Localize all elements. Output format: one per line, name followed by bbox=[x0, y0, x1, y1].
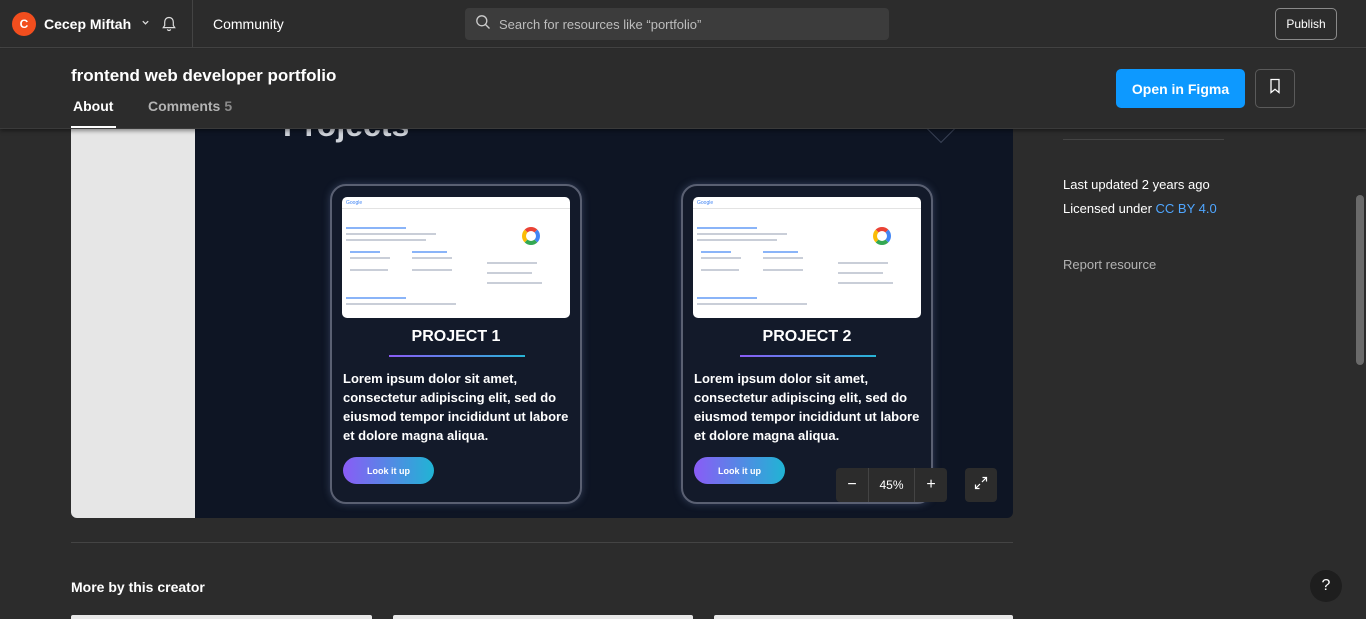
screenshot-line bbox=[350, 257, 390, 259]
top-bar: C Cecep Miftah Community Publish bbox=[0, 0, 1366, 48]
screenshot-line bbox=[346, 227, 406, 229]
project-description: Lorem ipsum dolor sit amet, consectetur … bbox=[343, 371, 569, 443]
help-button[interactable]: ? bbox=[1310, 570, 1342, 602]
screenshot-toolbar bbox=[693, 197, 921, 209]
expand-icon bbox=[973, 475, 989, 496]
screenshot-line bbox=[838, 272, 883, 274]
tab-comments-label: Comments bbox=[148, 98, 221, 114]
file-preview[interactable]: Projects Google PROJECT 1 Lorem ipsum do… bbox=[71, 129, 1013, 518]
resource-header: frontend web developer portfolio About C… bbox=[0, 49, 1366, 129]
screenshot-line bbox=[763, 257, 803, 259]
project-card-2: Google PROJECT 2 Lorem ipsum dolor sit a… bbox=[681, 184, 933, 504]
project-title: PROJECT 1 bbox=[411, 328, 501, 345]
zoom-level: 45% bbox=[868, 468, 915, 502]
bell-icon[interactable] bbox=[160, 15, 178, 33]
google-logo-icon bbox=[873, 227, 891, 245]
creator-resource-thumbnail[interactable] bbox=[71, 615, 372, 619]
title-underline bbox=[389, 355, 525, 357]
zoom-controls: − 45% + bbox=[836, 468, 947, 502]
screenshot-line bbox=[763, 251, 798, 253]
screenshot-line bbox=[701, 251, 731, 253]
title-underline bbox=[740, 355, 876, 357]
scrollbar[interactable] bbox=[1356, 195, 1364, 365]
screenshot-line bbox=[346, 233, 436, 235]
preview-side-panel bbox=[71, 129, 195, 518]
divider bbox=[192, 0, 193, 48]
screenshot-line bbox=[412, 251, 447, 253]
report-resource-link[interactable]: Report resource bbox=[1063, 257, 1156, 272]
screenshot-line bbox=[346, 303, 456, 305]
search-icon bbox=[475, 14, 491, 35]
screenshot-line bbox=[838, 262, 888, 264]
creator-resource-thumbnail[interactable] bbox=[714, 615, 1013, 619]
license-info: Licensed under CC BY 4.0 bbox=[1063, 201, 1217, 216]
screenshot-line bbox=[701, 257, 741, 259]
tab-comments[interactable]: Comments 5 bbox=[148, 98, 232, 114]
project-card-1: Google PROJECT 1 Lorem ipsum dolor sit a… bbox=[330, 184, 582, 504]
license-prefix: Licensed under bbox=[1063, 201, 1156, 216]
bookmark-icon bbox=[1268, 78, 1282, 99]
search-input[interactable] bbox=[499, 16, 879, 32]
screenshot-line bbox=[487, 262, 537, 264]
screenshot-line bbox=[487, 272, 532, 274]
community-link[interactable]: Community bbox=[213, 16, 284, 32]
last-updated: Last updated 2 years ago bbox=[1063, 177, 1210, 192]
look-it-up-button: Look it up bbox=[343, 457, 434, 484]
bookmark-button[interactable] bbox=[1255, 69, 1295, 108]
google-logo-icon bbox=[522, 227, 540, 245]
screenshot-line bbox=[763, 269, 803, 271]
zoom-out-button[interactable]: − bbox=[836, 468, 868, 502]
project-screenshot: Google bbox=[342, 197, 570, 318]
project-title: PROJECT 2 bbox=[762, 328, 852, 345]
comments-count: 5 bbox=[224, 98, 233, 114]
project-screenshot: Google bbox=[693, 197, 921, 318]
screenshot-line bbox=[697, 233, 787, 235]
screenshot-line bbox=[346, 239, 426, 241]
tab-about[interactable]: About bbox=[73, 98, 113, 114]
project-description: Lorem ipsum dolor sit amet, consectetur … bbox=[694, 371, 920, 443]
search-bar[interactable] bbox=[465, 8, 889, 40]
fullscreen-button[interactable] bbox=[965, 468, 997, 502]
screenshot-line bbox=[697, 227, 757, 229]
decorative-shape bbox=[926, 129, 956, 144]
active-tab-indicator bbox=[71, 126, 116, 128]
more-by-creator-heading: More by this creator bbox=[71, 579, 205, 595]
creator-resource-thumbnail[interactable] bbox=[393, 615, 693, 619]
screenshot-line bbox=[838, 282, 893, 284]
page-title: frontend web developer portfolio bbox=[71, 66, 337, 85]
screenshot-logo: Google bbox=[346, 200, 363, 206]
zoom-in-button[interactable]: + bbox=[915, 468, 947, 502]
screenshot-line bbox=[697, 303, 807, 305]
screenshot-line bbox=[701, 269, 739, 271]
screenshot-line bbox=[412, 269, 452, 271]
avatar: C bbox=[12, 11, 36, 36]
screenshot-toolbar bbox=[342, 197, 570, 209]
user-menu[interactable]: C Cecep Miftah bbox=[12, 11, 150, 36]
open-in-figma-button[interactable]: Open in Figma bbox=[1116, 69, 1245, 108]
look-it-up-button: Look it up bbox=[694, 457, 785, 484]
publish-button[interactable]: Publish bbox=[1275, 8, 1337, 40]
screenshot-line bbox=[697, 297, 757, 299]
screenshot-line bbox=[350, 269, 388, 271]
section-divider bbox=[71, 542, 1013, 543]
username: Cecep Miftah bbox=[44, 15, 132, 32]
screenshot-line bbox=[350, 251, 380, 253]
preview-heading: Projects bbox=[283, 129, 409, 144]
screenshot-line bbox=[697, 239, 777, 241]
screenshot-line bbox=[346, 297, 406, 299]
license-link[interactable]: CC BY 4.0 bbox=[1156, 201, 1217, 216]
screenshot-line bbox=[487, 282, 542, 284]
screenshot-line bbox=[412, 257, 452, 259]
chevron-down-icon bbox=[141, 18, 150, 30]
screenshot-logo: Google bbox=[697, 200, 714, 206]
sidebar-divider bbox=[1063, 139, 1224, 140]
